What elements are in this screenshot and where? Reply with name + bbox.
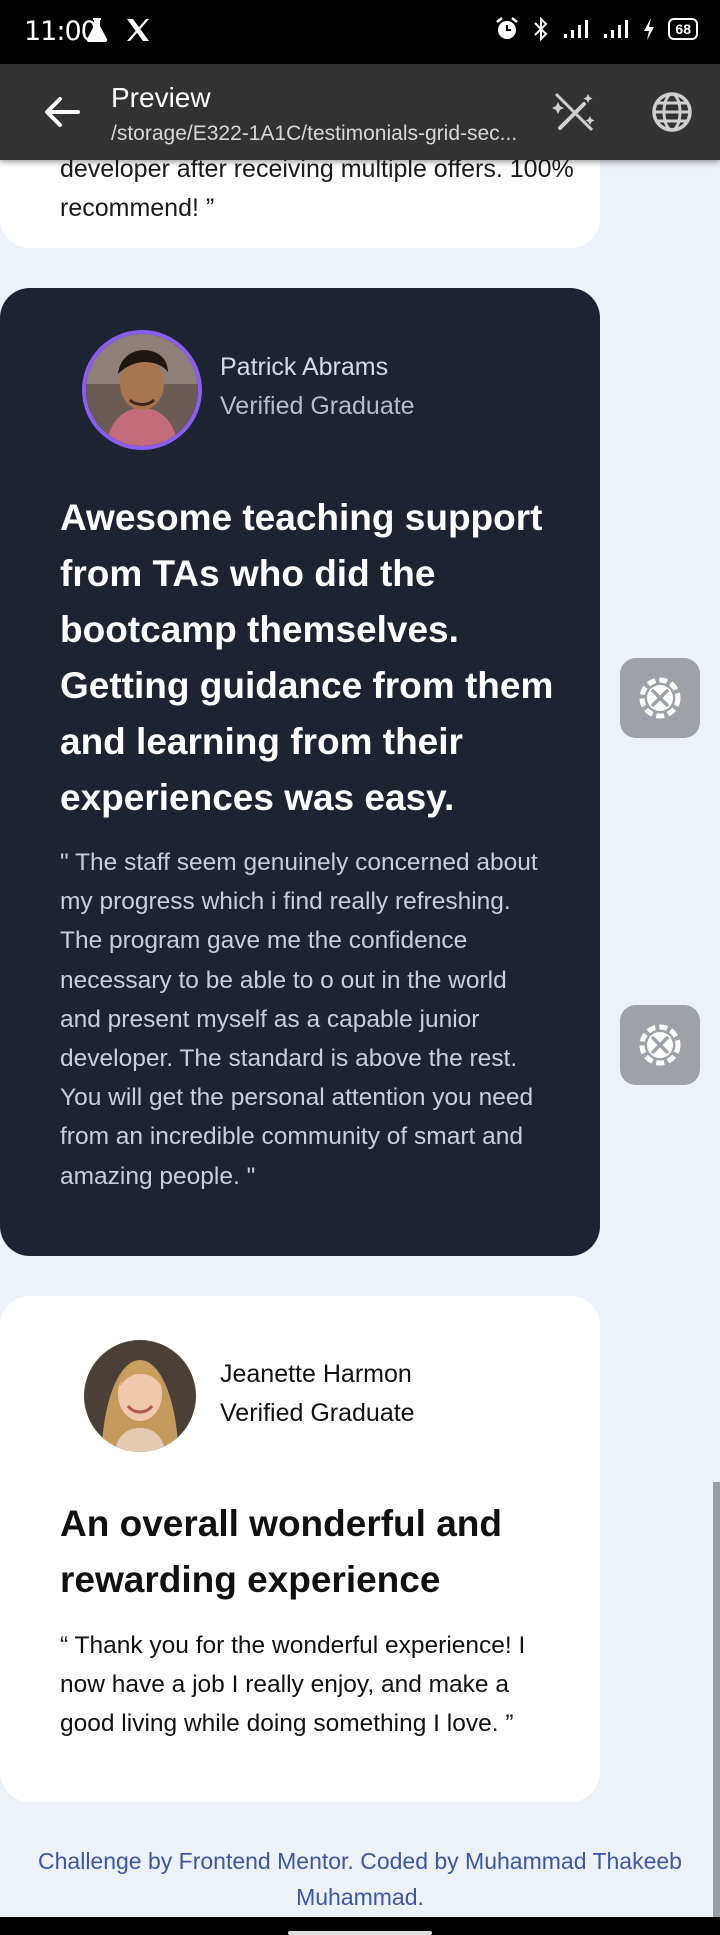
testimonial-headline: Awesome teaching support from TAs who di…: [60, 497, 554, 818]
tools-gear-icon: [639, 677, 681, 719]
author-name: Jeanette Harmon: [220, 1360, 412, 1388]
app-subtitle: /storage/E322-1A1C/testimonials-grid-sec…: [111, 122, 518, 145]
x-logo-icon: [127, 19, 149, 41]
globe-icon[interactable]: [648, 88, 696, 136]
author-subtitle: Verified Graduate: [220, 392, 415, 420]
avatar: [82, 330, 202, 450]
beaker-icon: [86, 18, 108, 43]
signal-icon: [564, 20, 589, 38]
testimonial-quote: " The staff seem genuinely concerned abo…: [60, 849, 538, 1190]
back-arrow-icon[interactable]: [40, 90, 84, 134]
testimonial-headline: An overall wonderful and rewarding exper…: [60, 1503, 502, 1600]
avatar: [84, 1340, 196, 1452]
home-indicator[interactable]: [288, 1931, 432, 1935]
status-bar: 11:00 68: [0, 0, 720, 64]
author-subtitle: Verified Graduate: [220, 1399, 415, 1427]
status-left-icons: [84, 16, 152, 44]
charging-icon: [644, 18, 655, 40]
testimonial-quote: “ Thank you for the wonderful experience…: [60, 1632, 526, 1738]
battery-icon: 68: [668, 18, 698, 40]
testimonial-quote: developer after receiving multiple offer…: [60, 155, 574, 222]
app-title: Preview: [111, 82, 211, 113]
tools-button[interactable]: [620, 658, 700, 738]
tools-gear-icon: [639, 1024, 681, 1066]
app-bar: Preview /storage/E322-1A1C/testimonials-…: [0, 64, 720, 160]
alarm-icon: [496, 17, 519, 39]
scrollbar[interactable]: [713, 1482, 720, 1917]
testimonial-card-jeanette: Jeanette Harmon Verified Graduate An ove…: [0, 1296, 600, 1802]
tools-button[interactable]: [620, 1005, 700, 1085]
author-name: Patrick Abrams: [220, 353, 389, 381]
status-right-icons: 68: [494, 16, 698, 42]
bluetooth-icon: [534, 16, 548, 42]
testimonial-card-patrick: Patrick Abrams Verified Graduate Awesome…: [0, 288, 600, 1256]
attribution-link[interactable]: Challenge by Frontend Mentor. Coded by M…: [0, 1843, 720, 1915]
signal-icon: [604, 20, 629, 38]
magic-wand-icon[interactable]: [550, 88, 598, 136]
